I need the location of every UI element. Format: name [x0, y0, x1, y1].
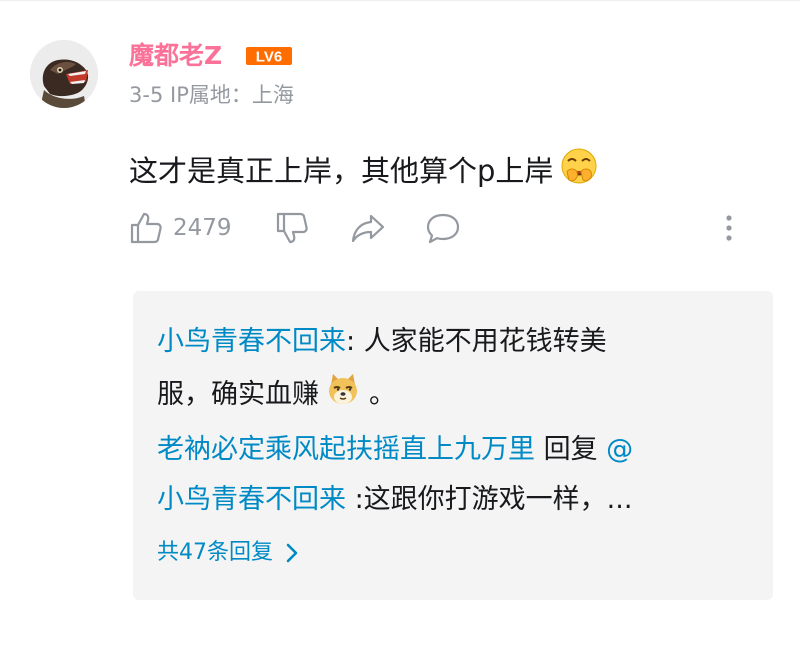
reply-1-text-line-1: 人家能不用花钱转美 [363, 326, 607, 357]
reply-2-line-1: 老衲必定乘风起扶摇直上九万里 回复 @ [157, 430, 633, 470]
reply-2-mention-name[interactable]: 小鸟青春不回来 [157, 480, 346, 520]
level-badge: LV6 [246, 47, 292, 66]
reply-1-text-end: 。 [369, 379, 396, 410]
reply-2-line-2: 小鸟青春不回来 :这跟你打游戏一样，... [157, 480, 632, 520]
reply-2-text: :这跟你打游戏一样，... [346, 484, 633, 515]
dislike-button[interactable] [275, 206, 309, 250]
comment-date: 3-5 [129, 83, 164, 107]
reply-1-line-1: 小鸟青春不回来 : 人家能不用花钱转美 [157, 322, 607, 362]
more-options-button[interactable] [717, 206, 741, 250]
doge-emoji [325, 371, 361, 419]
chevron-right-icon [286, 543, 298, 563]
view-all-replies-link[interactable]: 共47条回复 [157, 537, 299, 569]
reply-2-mention-at[interactable]: @ [606, 430, 633, 470]
reply-1-line-2: 服，确实血赚 。 [157, 371, 396, 419]
share-button[interactable] [350, 206, 386, 250]
reply-2-reply-word: 回复 [535, 434, 607, 465]
thumbs-down-icon [276, 212, 308, 244]
top-divider [0, 0, 800, 1]
like-count: 2479 [173, 215, 232, 241]
reply-count-label: 共47条回复 [157, 540, 273, 565]
reply-1-text-line-2: 服，确实血赚 [157, 379, 319, 410]
reply-2-author[interactable]: 老衲必定乘风起扶摇直上九万里 [157, 430, 535, 470]
comment-actions: 2479 [129, 206, 749, 250]
share-icon [351, 214, 385, 243]
reply-1-author[interactable]: 小鸟青春不回来 [157, 322, 346, 362]
like-button[interactable]: 2479 [129, 206, 232, 250]
reply-bubble-icon [426, 213, 460, 244]
comment-text-line: 这才是真正上岸，其他算个p上岸 [129, 146, 599, 196]
level-badge-text: LV6 [256, 49, 282, 66]
username[interactable]: 魔都老Z [129, 38, 222, 74]
replies-preview[interactable]: 小鸟青春不回来 : 人家能不用花钱转美 服，确实血赚 。 老衲必定乘风起扶摇直上… [133, 291, 773, 600]
more-vertical-icon [726, 215, 732, 241]
ip-location: IP属地：上海 [170, 83, 294, 107]
laughing-cover-mouth-emoji [559, 146, 599, 196]
avatar[interactable] [30, 40, 98, 108]
reply-1-separator: : [346, 326, 364, 357]
comment-meta: 3-5 IP属地：上海 [129, 80, 294, 110]
comment-text: 这才是真正上岸，其他算个p上岸 [129, 154, 554, 188]
thumbs-up-icon [130, 212, 162, 244]
reply-button[interactable] [425, 206, 461, 250]
